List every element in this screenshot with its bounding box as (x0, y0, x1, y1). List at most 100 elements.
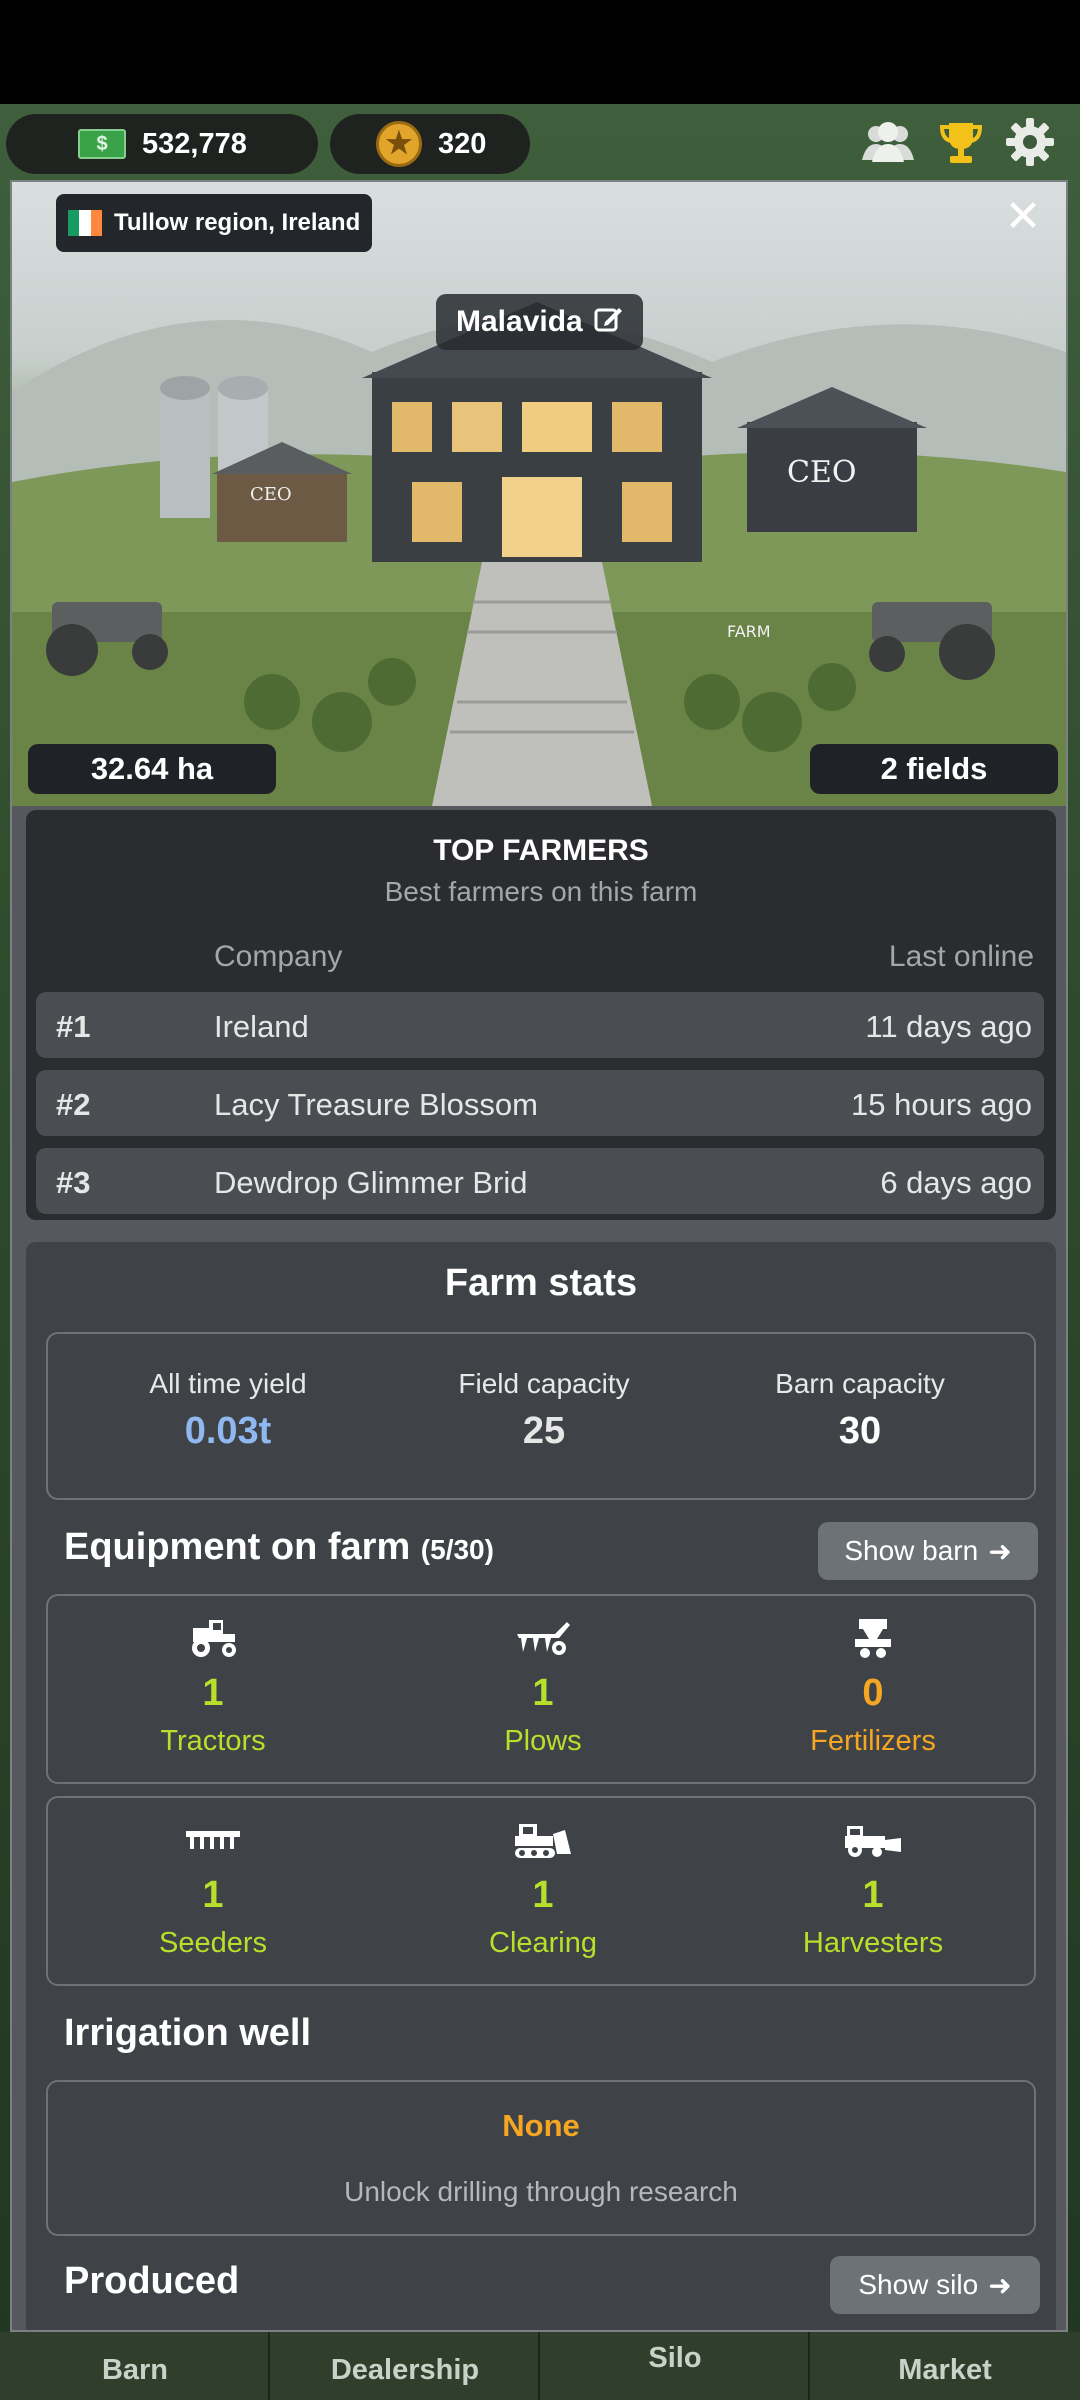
area-badge: 32.64 ha (28, 744, 276, 794)
close-icon: ✕ (1004, 192, 1042, 241)
star-value: 320 (438, 127, 487, 160)
farmer-rank: #3 (56, 1165, 91, 1200)
equipment-fertilizers[interactable]: 0 Fertilizers (708, 1616, 1038, 1758)
stat-label: Field capacity (458, 1368, 630, 1399)
farmer-last-online: 15 hours ago (851, 1087, 1032, 1122)
nav-barn-label: Barn (101, 2354, 169, 2386)
equipment-plows[interactable]: 1 Plows (378, 1616, 708, 1758)
farmer-row[interactable]: #1 Ireland 11 days ago (36, 992, 1044, 1058)
nav-barn[interactable]: Barn (0, 2332, 270, 2400)
top-bar: $ 532,778 ★ 320 (0, 104, 1080, 184)
farm-name: Malavida (456, 305, 583, 338)
nav-market-label: Market (898, 2354, 992, 2386)
trophy-icon[interactable] (939, 119, 983, 170)
show-silo-button[interactable]: Show silo ➜ (830, 2256, 1040, 2314)
fields-value: 2 fields (880, 751, 988, 786)
equipment-count: (5/30) (420, 1534, 494, 1565)
equipment-seeders[interactable]: 1 Seeders (48, 1818, 378, 1960)
irrigation-title: Irrigation well (64, 2012, 312, 2054)
farm-panel: CEO CEO FARM Tullow region, Ireland ✕ Ma… (10, 180, 1068, 2332)
arrow-right-icon: ➜ (988, 2269, 1012, 2301)
stat-value: 25 (522, 1410, 566, 1452)
stats-box: All time yield 0.03t Field capacity 25 B… (46, 1332, 1036, 1500)
show-barn-button[interactable]: Show barn ➜ (818, 1522, 1038, 1580)
stat-barn-capacity: Barn capacity 30 (700, 1368, 1020, 1453)
top-farmers-title: TOP FARMERS (433, 834, 649, 867)
equipment-count-value: 0 (862, 1672, 884, 1714)
money-counter[interactable]: $ 532,778 (6, 114, 318, 174)
star-counter[interactable]: ★ 320 (330, 114, 530, 174)
community-icon[interactable] (858, 120, 918, 169)
farmer-row[interactable]: #2 Lacy Treasure Blossom 15 hours ago (36, 1070, 1044, 1136)
nav-dealership-label: Dealership (330, 2354, 480, 2386)
stat-value: 30 (838, 1410, 882, 1452)
equipment-count-value: 1 (862, 1874, 884, 1916)
bulldozer-icon (378, 1818, 708, 1862)
seeder-icon (48, 1818, 378, 1862)
equipment-row: 1 Tractors 1 Plows 0 Fertilizers (46, 1594, 1036, 1784)
farm-name-badge[interactable]: Malavida (436, 294, 643, 350)
farm-scene: CEO CEO FARM (12, 302, 1066, 806)
equipment-count-value: 1 (202, 1672, 224, 1714)
nav-silo[interactable]: Silo (540, 2332, 810, 2400)
close-button[interactable]: ✕ (998, 192, 1048, 242)
nav-silo-label: Silo (648, 2342, 702, 2374)
stat-label: Barn capacity (775, 1368, 945, 1399)
column-company: Company (214, 940, 343, 973)
equipment-label: Tractors (160, 1725, 266, 1757)
stat-label: All time yield (149, 1368, 307, 1399)
plow-icon (378, 1616, 708, 1660)
equipment-count-value: 1 (532, 1672, 554, 1714)
irrigation-box: None Unlock drilling through research (46, 2080, 1036, 2236)
farmer-company: Dewdrop Glimmer Brid (214, 1165, 528, 1200)
cash-icon: $ (78, 129, 126, 159)
svg-text:CEO: CEO (250, 484, 292, 505)
show-barn-label: Show barn (844, 1535, 979, 1566)
farm-image: CEO CEO FARM Tullow region, Ireland ✕ Ma… (12, 182, 1066, 806)
fertilizer-icon (708, 1616, 1038, 1660)
equipment-clearing[interactable]: 1 Clearing (378, 1818, 708, 1960)
bottom-nav: Barn Dealership Silo Market (0, 2332, 1080, 2400)
equipment-count-value: 1 (202, 1874, 224, 1916)
farmer-last-online: 11 days ago (865, 1009, 1032, 1044)
equipment-label: Seeders (158, 1927, 267, 1959)
equipment-title: Equipment on farm (64, 1526, 411, 1568)
edit-icon[interactable] (593, 303, 623, 341)
svg-text:FARM: FARM (727, 622, 771, 641)
equipment-heading: Equipment on farm (5/30) (64, 1526, 494, 1569)
region-badge: Tullow region, Ireland (56, 194, 373, 252)
farmer-rank: #2 (56, 1087, 91, 1122)
equipment-label: Clearing (489, 1927, 597, 1959)
farmer-company: Lacy Treasure Blossom (214, 1087, 538, 1122)
equipment-label: Fertilizers (810, 1725, 936, 1757)
region-label: Tullow region, Ireland (114, 209, 361, 236)
svg-text:CEO: CEO (787, 455, 856, 490)
area-value: 32.64 ha (90, 751, 214, 786)
equipment-label: Harvesters (802, 1927, 944, 1959)
gear-icon[interactable] (1004, 116, 1056, 173)
column-last-online: Last online (888, 940, 1034, 973)
equipment-harvesters[interactable]: 1 Harvesters (708, 1818, 1038, 1960)
farmer-last-online: 6 days ago (880, 1165, 1032, 1200)
nav-market[interactable]: Market (810, 2332, 1080, 2400)
top-farmers-subtitle: Best farmers on this farm (384, 876, 698, 907)
star-icon: ★ (376, 121, 422, 167)
equipment-row: 1 Seeders 1 Clearing 1 Harvesters (46, 1796, 1036, 1986)
money-value: 532,778 (142, 127, 247, 160)
show-silo-label: Show silo (858, 2269, 979, 2300)
nav-dealership[interactable]: Dealership (270, 2332, 540, 2400)
stat-field-capacity: Field capacity 25 (384, 1368, 704, 1453)
top-farmers-card: TOP FARMERS Best farmers on this farm Co… (26, 810, 1056, 1220)
equipment-tractors[interactable]: 1 Tractors (48, 1616, 378, 1758)
farm-stats-card: Farm stats All time yield 0.03t Field ca… (26, 1242, 1056, 2330)
irrigation-status: None (502, 2108, 580, 2143)
fields-badge: 2 fields (810, 744, 1058, 794)
farmer-company: Ireland (214, 1009, 309, 1044)
stat-all-time-yield: All time yield 0.03t (68, 1368, 388, 1453)
ireland-flag-icon (68, 210, 102, 236)
harvester-icon (708, 1818, 1038, 1862)
farmer-rank: #1 (56, 1009, 91, 1044)
equipment-label: Plows (504, 1725, 582, 1757)
irrigation-note: Unlock drilling through research (344, 2176, 738, 2207)
farmer-row[interactable]: #3 Dewdrop Glimmer Brid 6 days ago (36, 1148, 1044, 1214)
